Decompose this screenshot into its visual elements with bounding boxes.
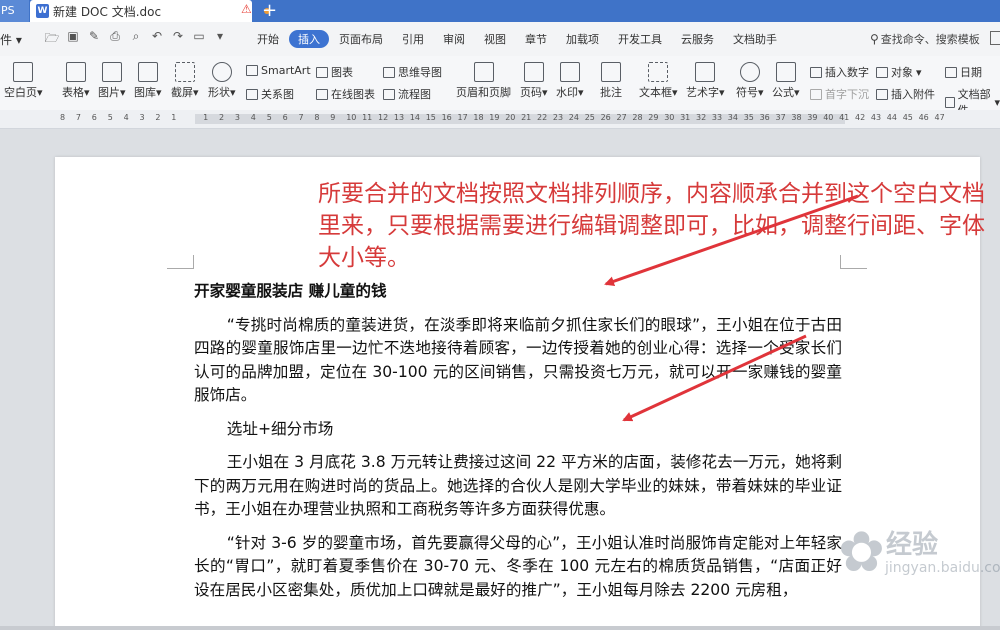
arrow-to-body — [622, 334, 807, 422]
paw-icon: ✿ — [838, 520, 885, 585]
horizontal-scrollbar[interactable] — [0, 626, 1000, 630]
arrow-to-heading — [604, 194, 859, 287]
watermark-brand: 经验 — [886, 530, 939, 560]
watermark-logo: ✿ 经验 jingyan.baidu.com — [838, 520, 1000, 610]
watermark-url: jingyan.baidu.com — [885, 560, 1000, 576]
